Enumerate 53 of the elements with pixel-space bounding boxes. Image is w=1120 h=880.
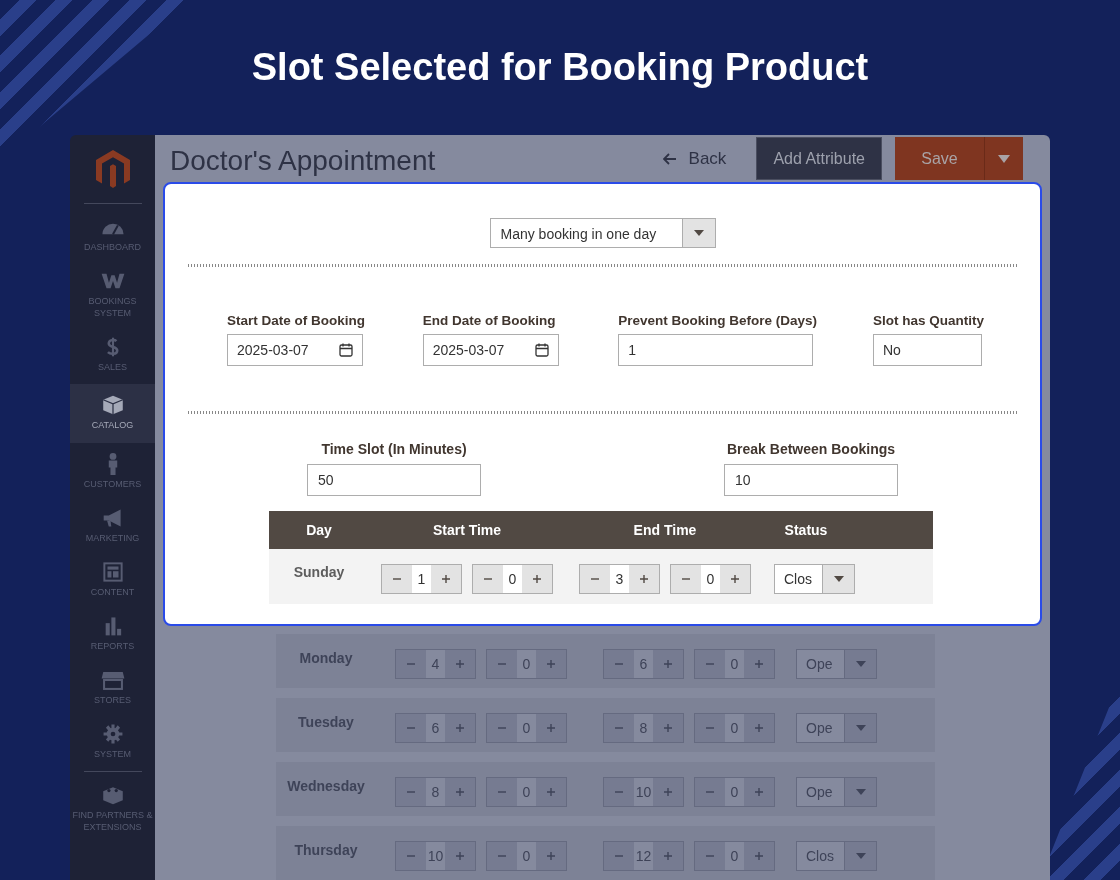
- arrow-left-icon: [662, 152, 677, 165]
- field-label: Break Between Bookings: [726, 441, 896, 457]
- sidebar-item[interactable]: CUSTOMERS: [70, 447, 155, 497]
- sidebar-item[interactable]: MARKETING: [70, 501, 155, 551]
- field-label: Slot has Quantity: [872, 313, 982, 328]
- input-field[interactable]: 10: [724, 464, 898, 496]
- sidebar-item[interactable]: CONTENT: [70, 555, 155, 605]
- input-field[interactable]: 50: [307, 464, 481, 496]
- status-dropdown[interactable]: Ope: [796, 712, 877, 743]
- page-title: Doctor's Appointment: [170, 143, 437, 177]
- day-label: Thursday: [293, 842, 359, 858]
- add-attribute-button[interactable]: Add Attribute: [756, 137, 882, 180]
- caret-down-icon: [855, 724, 866, 731]
- sidebar-item[interactable]: FIND PARTNERS & EXTENSIONS: [70, 778, 155, 840]
- calendar-icon: [339, 343, 353, 357]
- column-header: End Time: [632, 522, 698, 538]
- column-header: Day: [305, 522, 333, 538]
- page-headline: Slot Selected for Booking Product: [250, 45, 870, 90]
- field-label: Time Slot (In Minutes): [321, 441, 467, 457]
- save-options-button[interactable]: [985, 137, 1023, 180]
- sidebar-item[interactable]: REPORTS: [70, 609, 155, 659]
- column-header: Start Time: [431, 522, 503, 538]
- day-label: Monday: [298, 650, 354, 666]
- logo-icon: [94, 149, 131, 189]
- caret-down-icon: [693, 230, 704, 236]
- caret-down-icon: [855, 660, 866, 667]
- calendar-icon: [534, 343, 549, 357]
- booking-type-dropdown[interactable]: Many booking in one day: [489, 218, 716, 248]
- date-field[interactable]: 2025-03-07: [227, 334, 363, 366]
- status-dropdown[interactable]: Clos: [796, 840, 877, 871]
- status-dropdown[interactable]: Clos: [774, 564, 855, 594]
- caret-down-icon: [855, 788, 866, 795]
- save-button[interactable]: Save: [895, 137, 985, 180]
- field-label: Start Date of Booking: [227, 313, 363, 328]
- sidebar-item[interactable]: CATALOG: [70, 384, 155, 443]
- storefront-icon: [99, 669, 126, 691]
- input-field[interactable]: No: [872, 334, 982, 366]
- status-dropdown[interactable]: Ope: [796, 648, 877, 679]
- caret-down-icon: [833, 576, 844, 582]
- column-header: Status: [783, 522, 829, 538]
- status-dropdown[interactable]: Ope: [796, 776, 877, 807]
- sidebar-item[interactable]: SYSTEM: [70, 717, 155, 767]
- day-label: Sunday: [292, 563, 346, 580]
- field-label: End Date of Booking: [422, 313, 557, 328]
- person-icon: [107, 453, 118, 475]
- sidebar-item[interactable]: BOOKINGS SYSTEM: [70, 264, 155, 326]
- input-field[interactable]: 1: [618, 334, 814, 366]
- day-label: Tuesday: [297, 714, 355, 730]
- caret-down-icon: [998, 154, 1010, 163]
- caret-down-icon: [855, 852, 866, 859]
- back-link[interactable]: Back: [662, 148, 727, 169]
- date-field[interactable]: 2025-03-07: [422, 334, 559, 366]
- day-label: Wednesday: [286, 778, 366, 794]
